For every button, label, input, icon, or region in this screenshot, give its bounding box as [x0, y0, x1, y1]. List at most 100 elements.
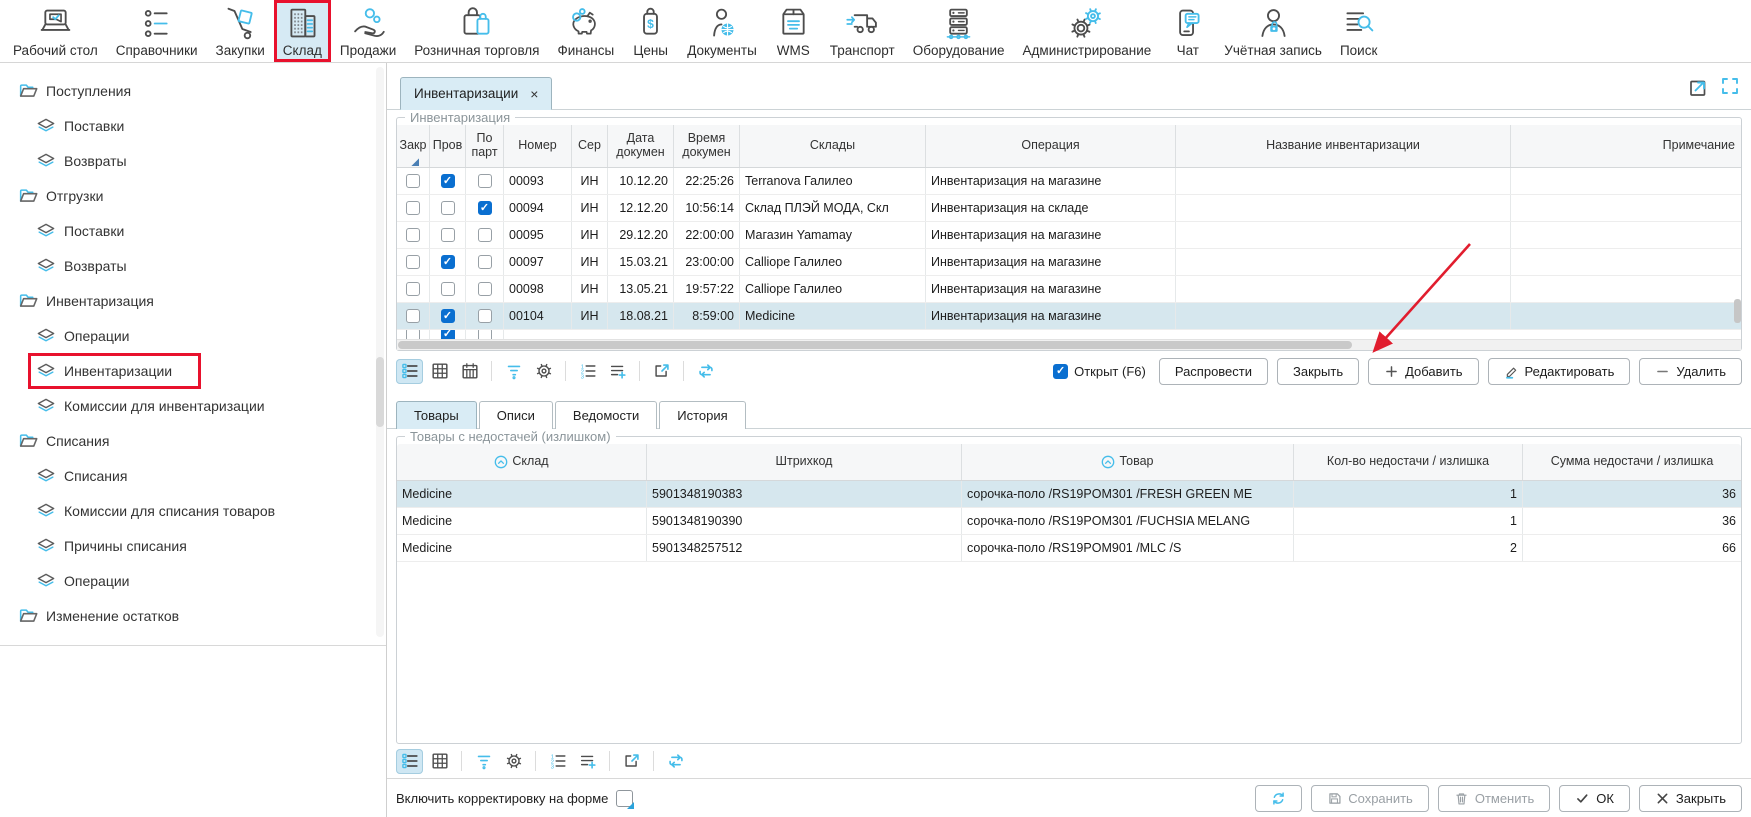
sidebar-item-writeoff-operations[interactable]: Операции [0, 563, 386, 598]
table1-col-2[interactable]: По парт [466, 125, 504, 167]
table1-row-00098[interactable]: 00098ИН13.05.2119:57:22Calliope ГалилеоИ… [397, 276, 1741, 303]
open-in-window-icon[interactable] [1687, 75, 1709, 97]
table1-col-8[interactable]: Операция [926, 125, 1176, 167]
view-list-toolbar-button[interactable] [396, 749, 423, 774]
closed-checkbox[interactable] [406, 174, 420, 188]
filter-toolbar-button[interactable] [500, 359, 527, 384]
numbered-list-toolbar-button[interactable]: 123 [544, 749, 571, 774]
gear-toolbar-button[interactable] [500, 749, 527, 774]
closed-checkbox[interactable] [406, 330, 420, 339]
table2-row-0[interactable]: Medicine5901348190383сорочка-поло /RS19P… [397, 481, 1741, 508]
cell-posted[interactable] [430, 222, 466, 248]
by-batch-checkbox[interactable] [478, 309, 492, 323]
scrollbar-thumb[interactable] [398, 341, 1352, 349]
sidebar-item-receipts[interactable]: Поступления [0, 73, 386, 108]
add-list-toolbar-button[interactable] [574, 749, 601, 774]
sidebar-item-inventories[interactable]: Инвентаризации [0, 353, 386, 388]
view-grid-toolbar-button[interactable] [426, 749, 453, 774]
filter-toolbar-button[interactable] [470, 749, 497, 774]
table1-row-00095[interactable]: 00095ИН29.12.2022:00:00Магазин YamamayИн… [397, 222, 1741, 249]
gear-toolbar-button[interactable] [530, 359, 557, 384]
top-nav-documents[interactable]: Документы [678, 0, 766, 62]
closed-checkbox[interactable] [406, 228, 420, 242]
cell-closed[interactable] [397, 303, 430, 329]
enable-correction-checkbox[interactable] [616, 790, 633, 807]
table2-col-1[interactable]: Штрихкод [647, 444, 962, 480]
top-nav-finance[interactable]: Финансы [549, 0, 624, 62]
cell-by-batch[interactable] [466, 330, 504, 339]
table2-row-2[interactable]: Medicine5901348257512сорочка-поло /RS19P… [397, 535, 1741, 562]
cell-by-batch[interactable] [466, 222, 504, 248]
top-nav-wms[interactable]: WMS [766, 0, 821, 62]
closed-checkbox[interactable] [406, 309, 420, 323]
tab-goods[interactable]: Товары [396, 401, 477, 429]
fullscreen-icon[interactable] [1719, 75, 1741, 97]
top-nav-references[interactable]: Справочники [107, 0, 207, 62]
top-nav-transport[interactable]: Транспорт [821, 0, 904, 62]
cell-posted[interactable] [430, 195, 466, 221]
sidebar-item-shipments-returns[interactable]: Возвраты [0, 248, 386, 283]
cell-by-batch[interactable] [466, 303, 504, 329]
sidebar-item-writeoff-reasons[interactable]: Причины списания [0, 528, 386, 563]
sidebar-item-stock-change[interactable]: Изменение остатков [0, 598, 386, 633]
cell-closed[interactable] [397, 249, 430, 275]
table1-col-10[interactable]: Примечание [1511, 125, 1741, 167]
closed-checkbox[interactable] [406, 255, 420, 269]
table1-col-9[interactable]: Название инвентаризации [1176, 125, 1511, 167]
posted-checkbox[interactable] [441, 228, 455, 242]
table2-col-3[interactable]: Кол-во недостачи / излишка [1294, 444, 1523, 480]
top-nav-desktop[interactable]: Рабочий стол [4, 0, 107, 62]
export-toolbar-button[interactable] [648, 359, 675, 384]
table1-col-6[interactable]: Время докумен [674, 125, 740, 167]
reload-toolbar-button[interactable] [692, 359, 719, 384]
top-nav-equipment[interactable]: Оборудование [904, 0, 1014, 62]
table1-row-00097[interactable]: 00097ИН15.03.2123:00:00Calliope ГалилеоИ… [397, 249, 1741, 276]
table1-col-5[interactable]: Дата докумен [608, 125, 674, 167]
sidebar-scrollbar-thumb[interactable] [376, 357, 384, 427]
sidebar-item-receipts-returns[interactable]: Возвраты [0, 143, 386, 178]
cell-by-batch[interactable] [466, 168, 504, 194]
top-nav-purchases[interactable]: Закупки [207, 0, 274, 62]
table1-vertical-scrollbar-thumb[interactable] [1734, 299, 1741, 323]
table1-col-1[interactable]: Пров [430, 125, 466, 167]
ok-button[interactable]: ОК [1559, 785, 1630, 812]
cell-closed[interactable] [397, 276, 430, 302]
by-batch-checkbox[interactable] [478, 282, 492, 296]
top-nav-prices[interactable]: $Цены [623, 0, 678, 62]
cell-closed[interactable] [397, 195, 430, 221]
cell-by-batch[interactable] [466, 195, 504, 221]
cell-by-batch[interactable] [466, 276, 504, 302]
numbered-list-toolbar-button[interactable]: 123 [574, 359, 601, 384]
table2-row-1[interactable]: Medicine5901348190390сорочка-поло /RS19P… [397, 508, 1741, 535]
sidebar-item-receipts-supplies[interactable]: Поставки [0, 108, 386, 143]
table1-col-7[interactable]: Склады [740, 125, 926, 167]
open-f6-checkbox[interactable] [1053, 364, 1068, 379]
view-grid-toolbar-button[interactable] [426, 359, 453, 384]
sidebar-item-writeoffs[interactable]: Списания [0, 423, 386, 458]
tab-sheets[interactable]: Ведомости [555, 401, 657, 429]
view-list-toolbar-button[interactable] [396, 359, 423, 384]
closed-checkbox[interactable] [406, 282, 420, 296]
top-nav-warehouse[interactable]: Склад [274, 0, 331, 62]
cell-closed[interactable] [397, 168, 430, 194]
tab-inventories-document[interactable]: Инвентаризации × [400, 77, 552, 110]
cell-closed[interactable] [397, 222, 430, 248]
sidebar-item-inventory-commissions[interactable]: Комиссии для инвентаризации [0, 388, 386, 423]
cell-by-batch[interactable] [466, 249, 504, 275]
top-nav-chat[interactable]: Чат [1160, 0, 1215, 62]
top-nav-sales[interactable]: Продажи [331, 0, 405, 62]
posted-checkbox[interactable] [441, 330, 455, 339]
unpost-button[interactable]: Распровести [1159, 358, 1268, 385]
edit-button[interactable]: Редактировать [1488, 358, 1631, 385]
save-button[interactable]: Сохранить [1311, 785, 1429, 812]
by-batch-checkbox[interactable] [478, 174, 492, 188]
by-batch-checkbox[interactable] [478, 228, 492, 242]
cell-posted[interactable] [430, 303, 466, 329]
table1-row-00093[interactable]: 00093ИН10.12.2022:25:26Terranova Галилео… [397, 168, 1741, 195]
table2-col-0[interactable]: Склад [397, 444, 647, 480]
reload-toolbar-button[interactable] [662, 749, 689, 774]
tab-close-icon[interactable]: × [530, 86, 538, 102]
top-nav-admin[interactable]: Администрирование [1014, 0, 1161, 62]
table1-row-partial[interactable] [397, 330, 1741, 339]
table1-col-0[interactable]: Закр [397, 125, 430, 167]
